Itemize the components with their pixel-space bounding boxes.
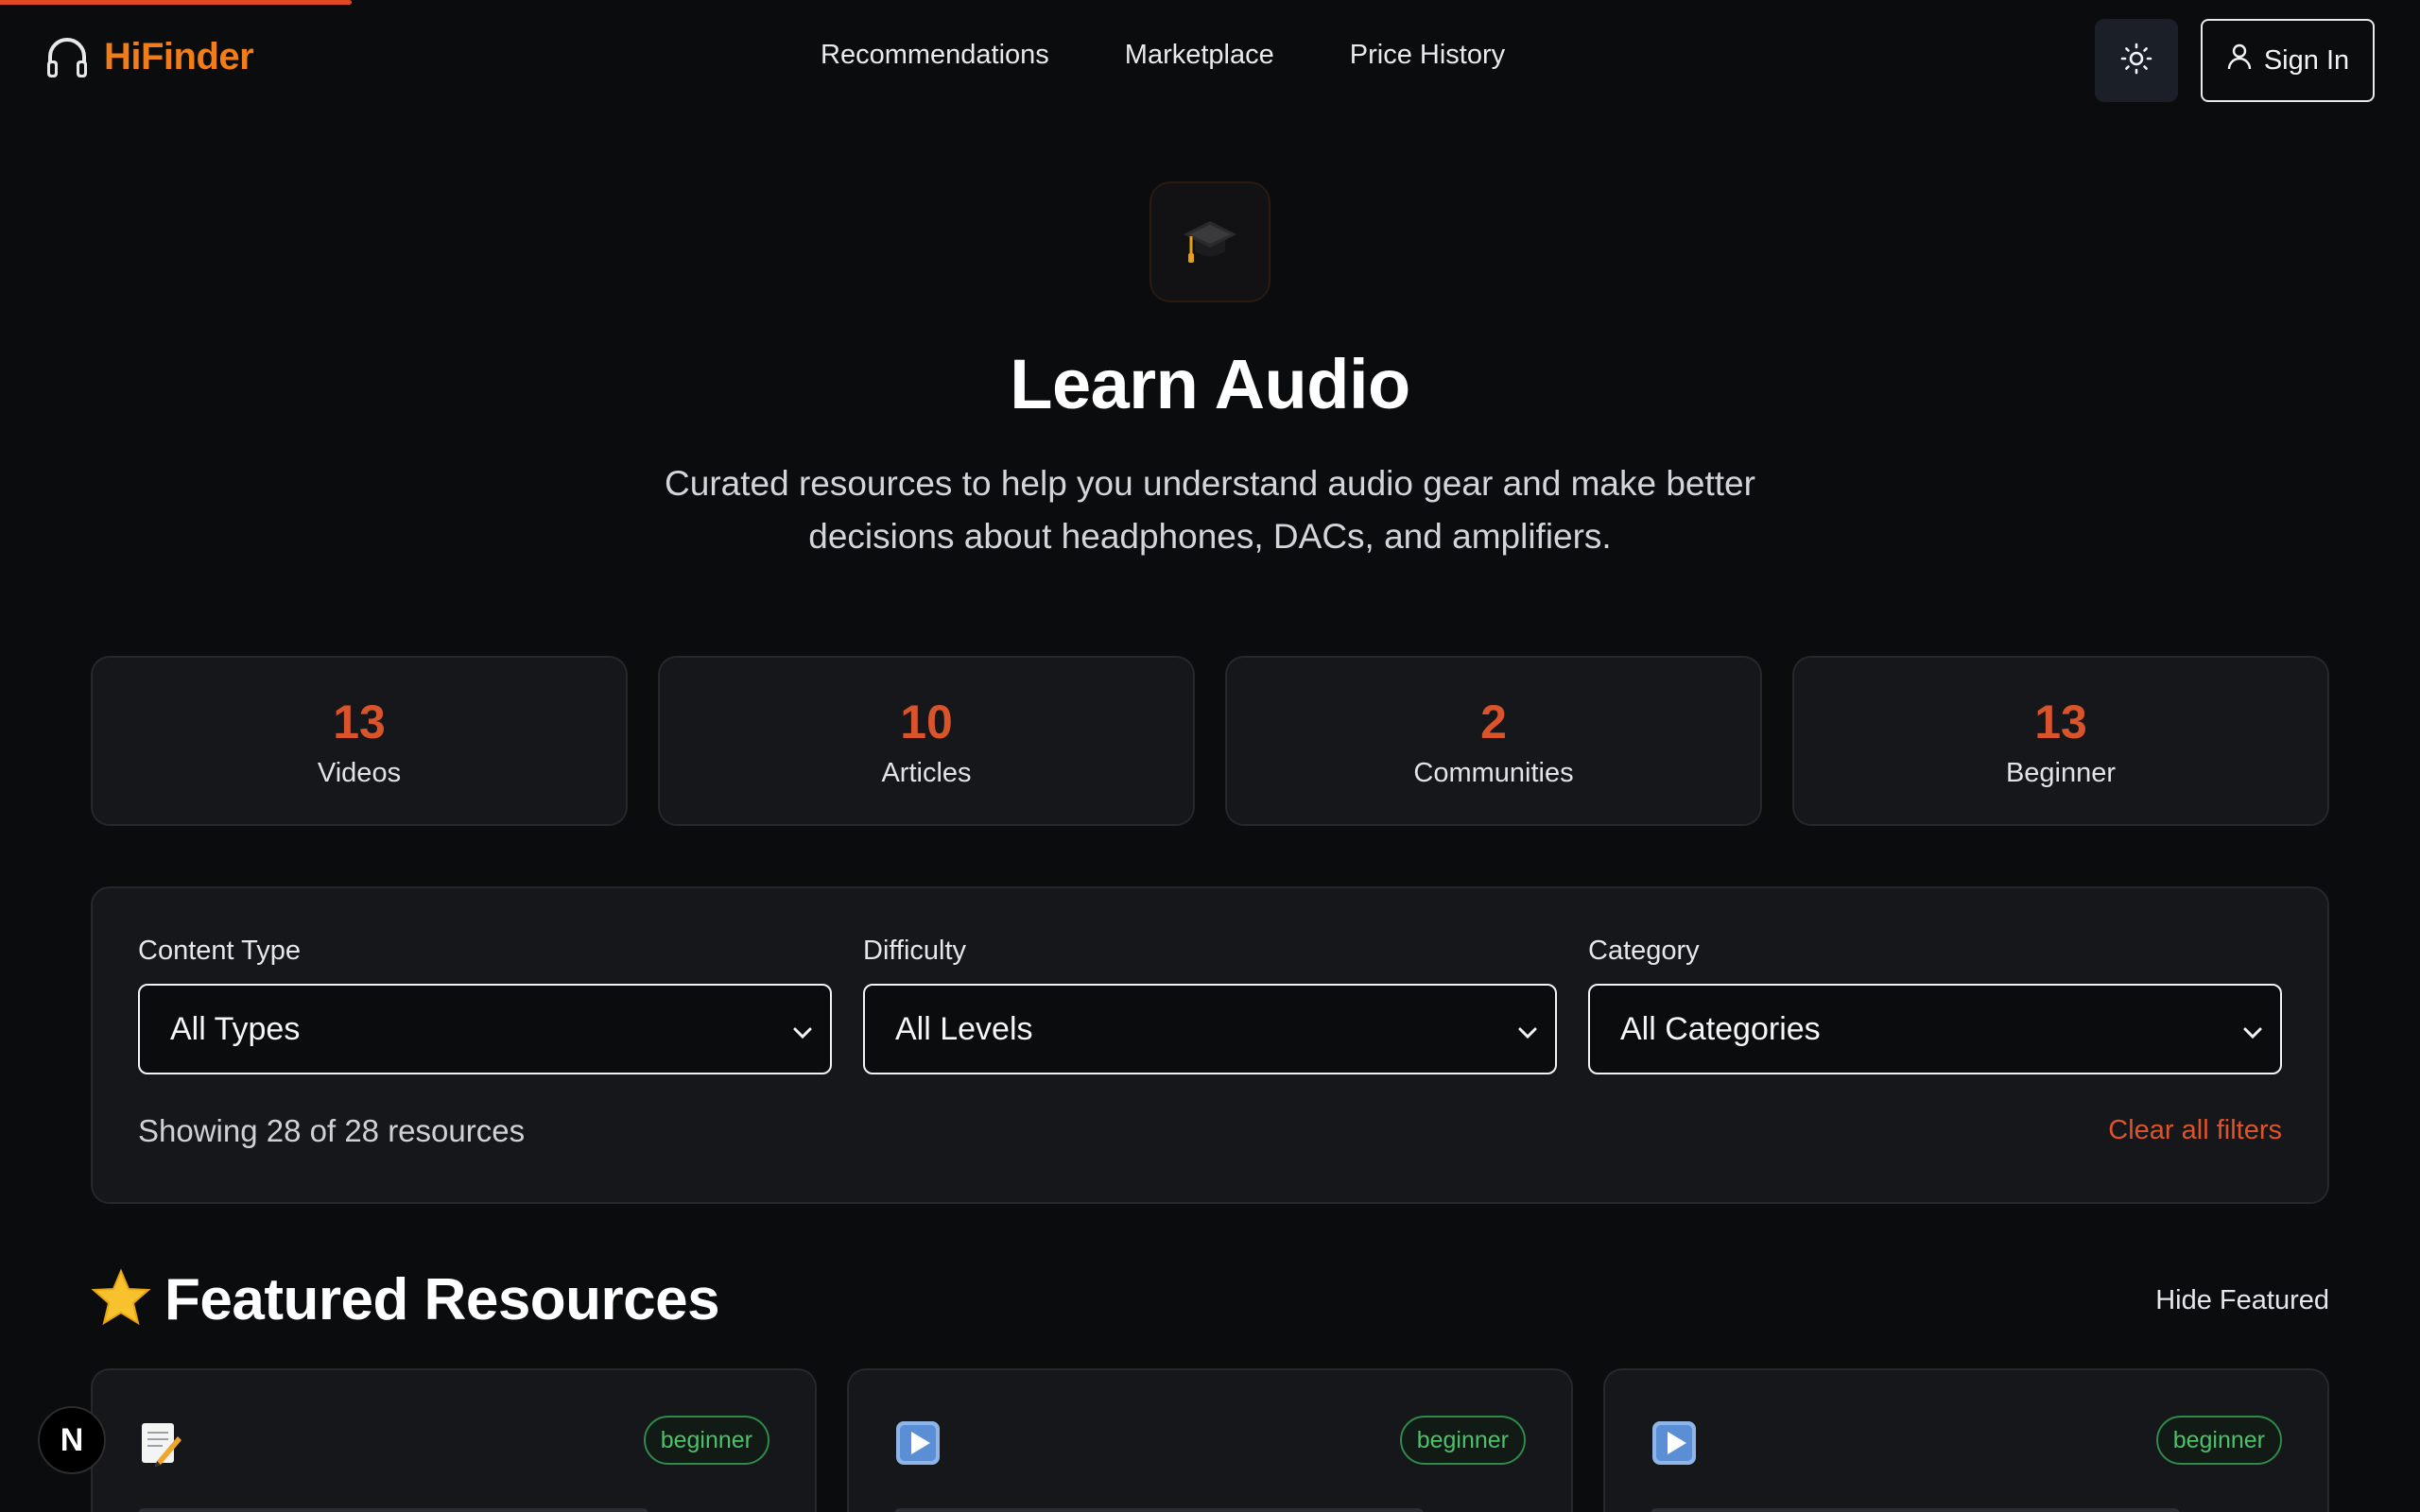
stat-card-beginner: 13 Beginner	[1792, 656, 2329, 826]
stat-label: Beginner	[2005, 757, 2117, 788]
stat-card-videos: 13 Videos	[91, 656, 628, 826]
content-type-value: All Types	[170, 1010, 301, 1047]
results-count: Showing 28 of 28 resources	[138, 1113, 526, 1148]
difficulty-select[interactable]: All Levels	[863, 984, 1557, 1074]
nav-marketplace[interactable]: Marketplace	[1125, 40, 1274, 71]
brand-name: HiFinder	[104, 35, 254, 77]
stat-value: 13	[2034, 695, 2087, 748]
difficulty-label: Difficulty	[863, 936, 967, 966]
resource-card[interactable]: beginner	[1603, 1368, 2329, 1512]
clear-filters-link[interactable]: Clear all filters	[2108, 1115, 2282, 1146]
stats-row: 13 Videos 10 Articles 2 Communities 13 B…	[91, 656, 2329, 826]
difficulty-badge: beginner	[1399, 1416, 1526, 1465]
stat-card-articles: 10 Articles	[658, 656, 1195, 826]
stat-value: 10	[900, 695, 953, 748]
hide-featured-button[interactable]: Hide Featured	[2155, 1285, 2329, 1316]
chevron-down-icon	[792, 1011, 813, 1048]
page-subtitle: Curated resources to help you understand…	[665, 464, 1755, 556]
featured-title: Featured Resources	[164, 1267, 720, 1332]
stat-label: Communities	[1413, 757, 1574, 788]
content-type-select[interactable]: All Types	[138, 984, 832, 1074]
graduation-cap-icon	[1150, 181, 1270, 302]
category-label: Category	[1588, 936, 1700, 966]
category-select[interactable]: All Categories	[1588, 984, 2282, 1074]
sign-in-button[interactable]: Sign In	[2201, 19, 2375, 102]
brand-logo[interactable]: HiFinder	[45, 34, 254, 79]
play-button-icon	[894, 1419, 942, 1471]
category-filter: Category All Categories	[1588, 936, 2282, 1074]
headphones-icon	[45, 34, 89, 79]
difficulty-badge: beginner	[643, 1416, 769, 1465]
memo-icon	[138, 1419, 182, 1471]
featured-cards: beginner beginner beginner	[91, 1368, 2329, 1512]
filters-panel: Content Type All Types Difficulty All Le…	[91, 886, 2329, 1204]
card-title-placeholder	[138, 1508, 648, 1512]
stat-label: Videos	[317, 757, 402, 788]
page-title: Learn Audio	[1010, 345, 1410, 423]
resource-card[interactable]: beginner	[91, 1368, 817, 1512]
difficulty-value: All Levels	[895, 1010, 1033, 1047]
devtools-indicator-button[interactable]: N	[38, 1406, 106, 1474]
card-title-placeholder	[894, 1508, 1424, 1512]
chevron-down-icon	[1517, 1011, 1538, 1048]
sign-in-label: Sign In	[2263, 44, 2350, 76]
content-type-filter: Content Type All Types	[138, 936, 832, 1074]
resource-card[interactable]: beginner	[847, 1368, 1573, 1512]
top-header: HiFinder Recommendations Marketplace Pri…	[0, 0, 2420, 121]
category-value: All Categories	[1620, 1010, 1821, 1047]
featured-header: Featured Resources	[91, 1266, 720, 1333]
stat-value: 2	[1480, 695, 1507, 748]
difficulty-filter: Difficulty All Levels	[863, 936, 1557, 1074]
stat-label: Articles	[881, 757, 972, 788]
difficulty-badge: beginner	[2155, 1416, 2282, 1465]
sun-icon	[2119, 42, 2153, 80]
stat-card-communities: 2 Communities	[1225, 656, 1762, 826]
stat-value: 13	[333, 695, 386, 748]
main-nav: Recommendations Marketplace Price Histor…	[821, 40, 1505, 71]
theme-toggle-button[interactable]	[2095, 19, 2178, 102]
nav-recommendations[interactable]: Recommendations	[821, 40, 1049, 71]
user-icon	[2226, 43, 2253, 78]
nav-price-history[interactable]: Price History	[1350, 40, 1505, 71]
chevron-down-icon	[2242, 1011, 2263, 1048]
star-icon	[91, 1268, 151, 1332]
card-title-placeholder	[1651, 1508, 2180, 1512]
play-button-icon	[1651, 1419, 1698, 1471]
content-type-label: Content Type	[138, 936, 301, 966]
